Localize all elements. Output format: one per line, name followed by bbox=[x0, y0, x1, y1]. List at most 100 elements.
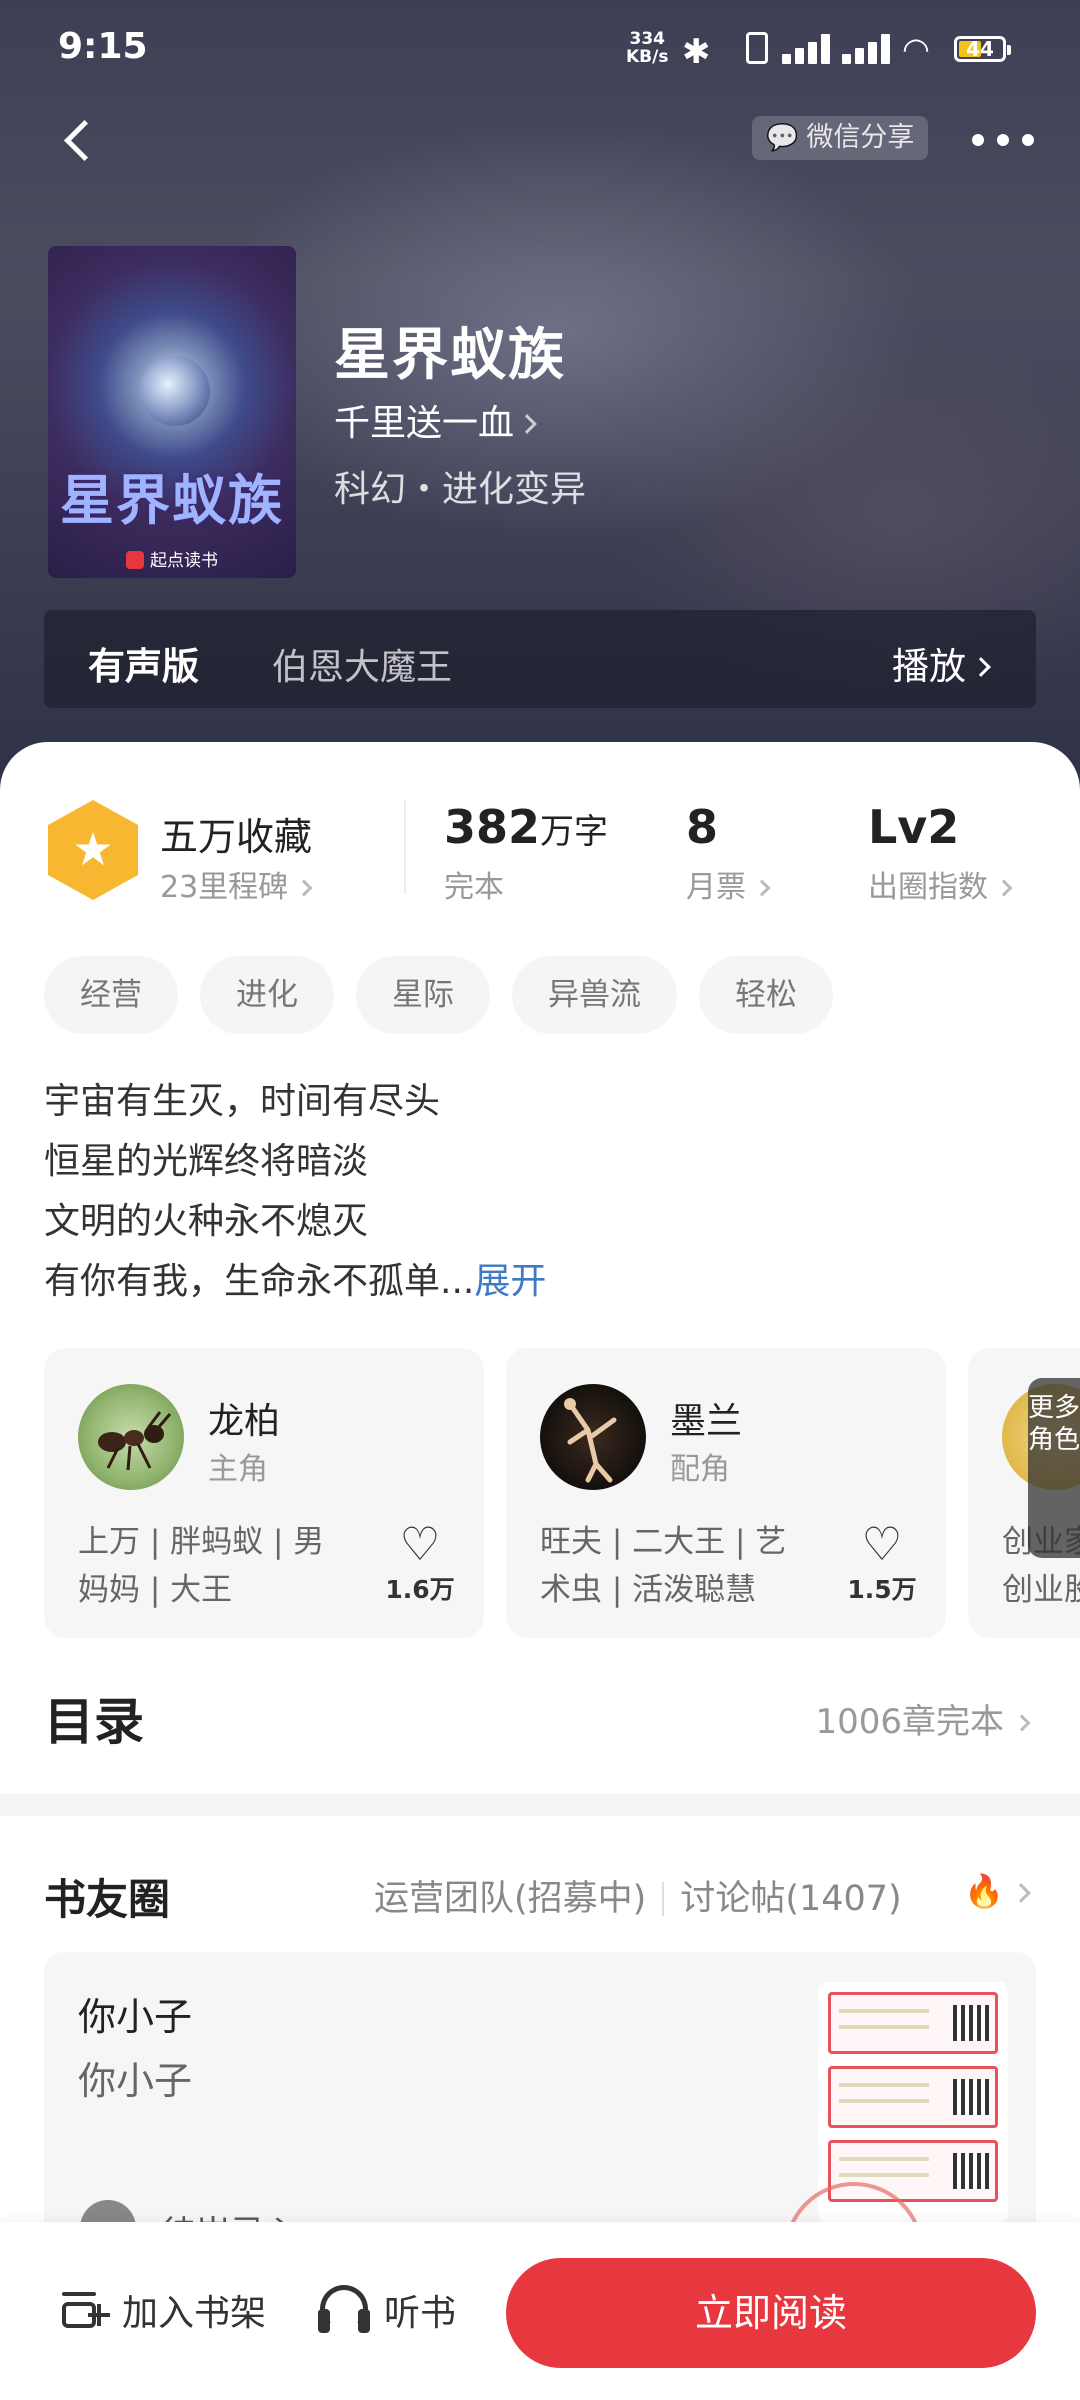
battery-icon: 44 bbox=[954, 36, 1011, 62]
mantis-icon bbox=[564, 1398, 617, 1483]
tag-list: 经营 进化 星际 异兽流 轻松 bbox=[44, 956, 833, 1036]
chevron-right-icon[interactable] bbox=[1011, 1883, 1031, 1903]
chevron-right-icon bbox=[971, 657, 991, 677]
level-value: Lv2 bbox=[868, 800, 960, 854]
more-options-button[interactable] bbox=[972, 120, 1034, 160]
reader-circle-header: 书友圈 运营团队(招募中) 讨论帖(1407) 🔥 bbox=[0, 1838, 1080, 1928]
character-name: 龙柏 bbox=[208, 1401, 281, 1442]
discussion-link[interactable]: 讨论帖(1407) bbox=[680, 1879, 901, 1919]
word-count-value: 382 bbox=[444, 800, 541, 854]
network-speed: 334 KB/s bbox=[626, 30, 668, 66]
like-button[interactable]: ♡ 1.6万 bbox=[380, 1518, 460, 1606]
description-line: 文明的火种永不熄灭 bbox=[44, 1201, 369, 1242]
completion-status: 完本 bbox=[444, 870, 504, 905]
tag-chip[interactable]: 星际 bbox=[356, 956, 490, 1034]
popularity-index-label: 出圈指数 bbox=[868, 870, 988, 905]
chevron-right-icon bbox=[295, 879, 313, 897]
more-roles-label: 更多角色 bbox=[1028, 1393, 1080, 1455]
cover-title: 星界蚁族 bbox=[60, 468, 284, 532]
author-name: 千里送一血 bbox=[334, 403, 515, 444]
ticket-line bbox=[839, 2083, 929, 2087]
audio-version-bar[interactable]: 有声版 伯恩大魔王 播放 bbox=[44, 610, 1036, 708]
dot-icon bbox=[1022, 134, 1034, 146]
audio-label: 有声版 bbox=[88, 645, 199, 688]
table-of-contents[interactable]: 目录 1006章完本 bbox=[0, 1662, 1080, 1772]
qr-code-icon bbox=[953, 2153, 989, 2189]
icon-part bbox=[88, 2304, 110, 2326]
qr-code-icon bbox=[953, 2005, 989, 2041]
ticket-image bbox=[828, 2066, 998, 2128]
dot-icon bbox=[972, 134, 984, 146]
like-button[interactable]: ♡ 1.5万 bbox=[842, 1518, 922, 1606]
cover-publisher: 起点读书 bbox=[48, 546, 296, 571]
listen-button[interactable]: 听书 bbox=[318, 2280, 456, 2340]
character-traits: 上万 | 胖蚂蚁 | 男 妈妈 | 大王 bbox=[78, 1518, 348, 1614]
add-to-shelf-button[interactable]: 加入书架 bbox=[58, 2280, 266, 2340]
toc-info: 1006章完本 bbox=[815, 1694, 1031, 1743]
milestones-link[interactable]: 23里程碑 bbox=[160, 862, 313, 906]
expand-link[interactable]: 展开 bbox=[474, 1261, 546, 1302]
character-role: 主角 bbox=[208, 1452, 268, 1487]
status-bar: 9:15 334 KB/s ✱ ◠ 44 bbox=[0, 0, 1080, 100]
icon-part bbox=[318, 2309, 330, 2333]
tag-chip[interactable]: 轻松 bbox=[699, 956, 833, 1034]
book-description: 宇宙有生灭，时间有尽头 恒星的光辉终将暗淡 文明的火种永不熄灭 有你有我，生命永… bbox=[44, 1072, 1044, 1312]
battery-level: 44 bbox=[966, 37, 994, 61]
chevron-right-icon bbox=[517, 414, 537, 434]
back-button[interactable] bbox=[54, 112, 104, 168]
book-header: 9:15 334 KB/s ✱ ◠ 44 💬 微信分享 星界蚁族 起点读书 星界… bbox=[0, 0, 1080, 790]
description-line: 有你有我，生命永不孤单...展开 bbox=[44, 1252, 1044, 1312]
ticket-line bbox=[839, 2173, 929, 2177]
character-traits-line: 妈妈 | 大王 bbox=[78, 1572, 233, 1608]
monthly-tickets-link[interactable]: 月票 bbox=[686, 862, 771, 906]
dot-icon bbox=[997, 134, 1009, 146]
bottom-action-bar: 加入书架 听书 立即阅读 bbox=[0, 2222, 1080, 2400]
collection-count: 五万收藏 bbox=[160, 815, 313, 859]
ops-team-link[interactable]: 运营团队(招募中) bbox=[374, 1879, 646, 1919]
read-now-button[interactable]: 立即阅读 bbox=[506, 2258, 1036, 2368]
ticket-image bbox=[828, 1992, 998, 2054]
character-name: 墨兰 bbox=[670, 1401, 743, 1442]
character-card[interactable]: 墨兰 配角 旺夫 | 二大王 | 艺 术虫 | 活泼聪慧 ♡ 1.5万 bbox=[506, 1348, 946, 1638]
word-count: 382万字 bbox=[444, 800, 608, 854]
qr-code-icon bbox=[953, 2079, 989, 2115]
author-link[interactable]: 千里送一血 bbox=[334, 394, 537, 446]
tag-chip[interactable]: 进化 bbox=[200, 956, 334, 1034]
more-roles-button[interactable]: 更多角色 bbox=[1028, 1378, 1080, 1558]
tag-chip[interactable]: 异兽流 bbox=[512, 956, 677, 1034]
heart-icon: ♡ bbox=[399, 1517, 441, 1571]
ant-icon bbox=[98, 1411, 172, 1471]
popularity-level: Lv2 bbox=[868, 800, 959, 854]
play-label: 播放 bbox=[892, 645, 966, 688]
star-icon: ★ bbox=[72, 822, 114, 876]
book-cover[interactable]: 星界蚁族 起点读书 bbox=[48, 246, 296, 578]
chevron-right-icon bbox=[753, 879, 771, 897]
bookshelf-add-icon bbox=[58, 2288, 112, 2332]
network-speed-value: 334 bbox=[629, 29, 665, 49]
signal-icon-2 bbox=[842, 34, 904, 64]
description-line: 宇宙有生灭，时间有尽头 bbox=[44, 1081, 441, 1122]
character-avatar bbox=[78, 1384, 184, 1490]
play-button[interactable]: 播放 bbox=[892, 636, 991, 690]
reader-circle-links: 运营团队(招募中) 讨论帖(1407) bbox=[374, 1870, 902, 1921]
post-body: 你小子 bbox=[78, 2059, 193, 2103]
circle-post-card[interactable]: 你小子 你小子 徒岸灵心 bbox=[44, 1952, 1036, 2252]
separator bbox=[662, 1882, 665, 1916]
wechat-share-button[interactable]: 💬 微信分享 bbox=[752, 116, 929, 160]
character-traits-line: 创业股 bbox=[1002, 1572, 1080, 1608]
wechat-icon: 💬 bbox=[766, 123, 799, 153]
toc-info-label: 1006章完本 bbox=[815, 1702, 1004, 1742]
publisher-logo-icon bbox=[126, 551, 144, 569]
character-traits-line: 旺夫 | 二大王 | 艺 bbox=[540, 1524, 787, 1560]
word-count-unit: 万字 bbox=[540, 812, 609, 852]
tag-chip[interactable]: 经营 bbox=[44, 956, 178, 1034]
book-genre: 科幻・进化变异 bbox=[334, 469, 587, 510]
ticket-line bbox=[839, 2009, 929, 2013]
cover-publisher-label: 起点读书 bbox=[150, 551, 218, 571]
character-carousel: 龙柏 主角 上万 | 胖蚂蚁 | 男 妈妈 | 大王 ♡ 1.6万 墨兰 配角 … bbox=[0, 1348, 1080, 1640]
character-card[interactable]: 龙柏 主角 上万 | 胖蚂蚁 | 男 妈妈 | 大王 ♡ 1.6万 bbox=[44, 1348, 484, 1638]
popularity-index-link[interactable]: 出圈指数 bbox=[868, 862, 1013, 906]
toc-title: 目录 bbox=[44, 1693, 144, 1751]
monthly-tickets: 8 bbox=[686, 800, 718, 854]
wifi-icon: ◠ bbox=[902, 30, 930, 68]
